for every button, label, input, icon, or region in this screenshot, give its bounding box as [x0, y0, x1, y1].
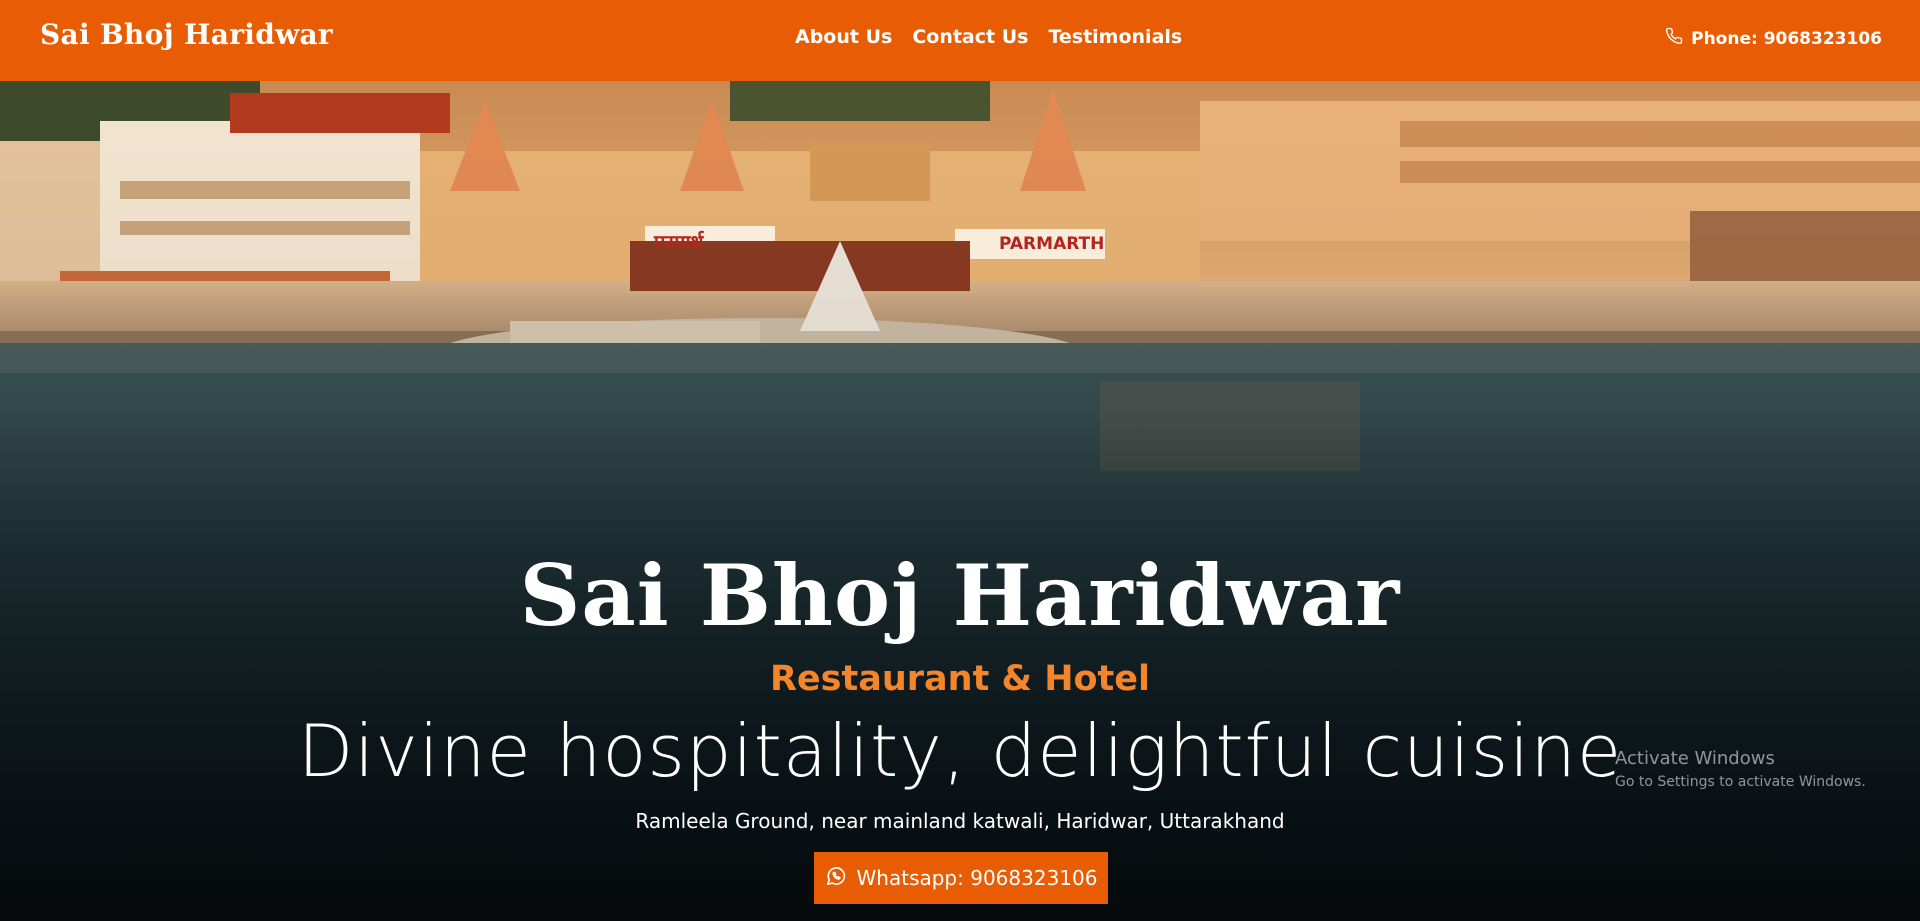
phone-label: Phone: 9068323106 — [1691, 28, 1882, 49]
hero-overlay — [0, 81, 1920, 921]
activate-windows-hint: Go to Settings to activate Windows. — [1615, 773, 1866, 790]
nav-links: About Us Contact Us Testimonials — [795, 26, 1182, 48]
hero-address: Ramleela Ground, near mainland katwali, … — [635, 809, 1285, 833]
whatsapp-icon — [825, 865, 847, 892]
activate-windows-watermark: Activate Windows Go to Settings to activ… — [1615, 748, 1866, 790]
hero-subtitle: Restaurant & Hotel — [769, 659, 1150, 699]
navbar: Sai Bhoj Haridwar About Us Contact Us Te… — [0, 0, 1920, 81]
sign-parmarth: PARMARTH — [999, 234, 1105, 254]
brand-logo[interactable]: Sai Bhoj Haridwar — [40, 18, 333, 51]
phone-link[interactable]: Phone: 9068323106 — [1665, 27, 1882, 50]
nav-about-us[interactable]: About Us — [795, 26, 892, 48]
hero-section: परमार्थ PARMARTH Sai Bhoj Haridwar Resta… — [0, 81, 1920, 921]
nav-contact-us[interactable]: Contact Us — [912, 26, 1028, 48]
nav-testimonials[interactable]: Testimonials — [1048, 26, 1182, 48]
phone-icon — [1665, 27, 1683, 50]
whatsapp-label: Whatsapp: 9068323106 — [856, 866, 1098, 890]
hero-title: Sai Bhoj Haridwar — [519, 546, 1401, 645]
sign-parmarth-hindi: परमार्थ — [654, 230, 704, 254]
whatsapp-button[interactable]: Whatsapp: 9068323106 — [814, 852, 1108, 904]
activate-windows-title: Activate Windows — [1615, 748, 1775, 769]
